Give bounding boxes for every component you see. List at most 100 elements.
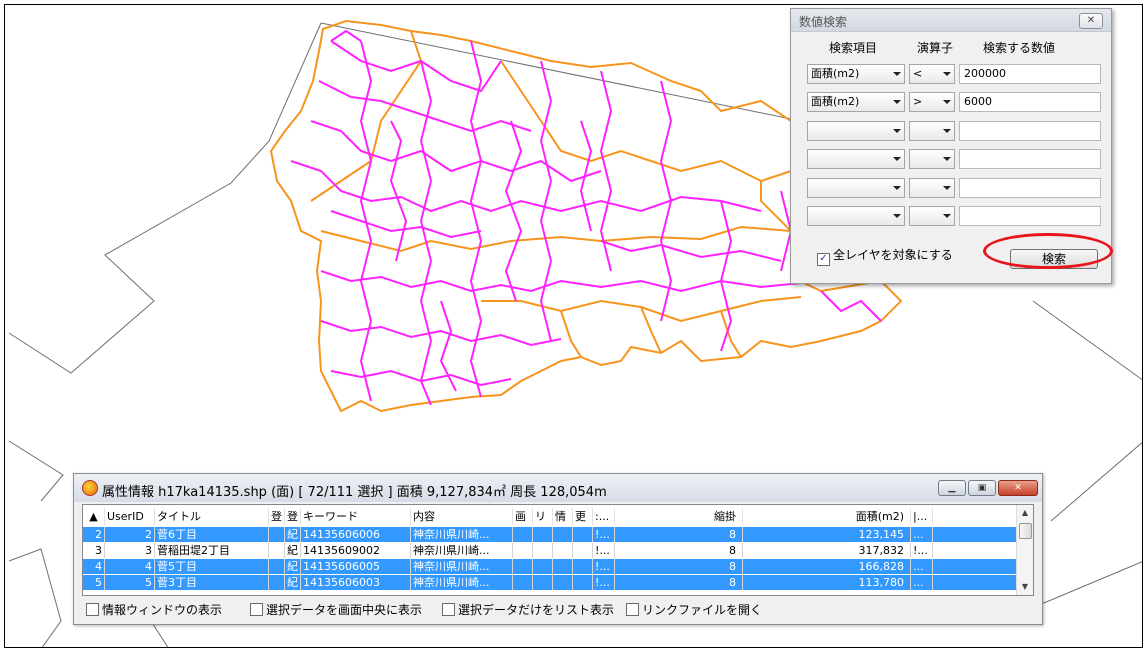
operator-select-3[interactable]	[909, 121, 955, 141]
col-header[interactable]: 更	[573, 508, 593, 525]
cell-keyword: 14135609002	[301, 543, 411, 558]
col-header[interactable]: 画	[513, 508, 533, 525]
field-value: 面積(m2)	[811, 95, 860, 108]
sort-asc-icon[interactable]: ▲	[83, 508, 105, 525]
cell-scale: 8	[615, 559, 743, 574]
table-row[interactable]: 2 2 菅6丁目 紀 14135606006 神奈川県川崎... !... 8 …	[83, 527, 1021, 542]
cell-empty	[533, 543, 553, 558]
value-input-2[interactable]: 6000	[959, 92, 1101, 112]
cell-empty	[573, 543, 593, 558]
option-label: リンクファイルを開く	[642, 603, 763, 617]
all-layers-label: 全レイヤを対象にする	[833, 248, 953, 262]
attr-titlebar[interactable]: 属性情報 h17ka14135.shp (面) [ 72/111 選択 ] 面積…	[74, 474, 1042, 502]
highlight-ellipse	[983, 233, 1113, 269]
field-select-3[interactable]	[807, 121, 905, 141]
field-select-2[interactable]: 面積(m2)	[807, 92, 905, 112]
cell-empty	[553, 543, 573, 558]
cell-area: 113,780	[743, 575, 911, 590]
chevron-down-icon	[943, 129, 951, 133]
header-search-field: 検索項目	[829, 41, 878, 55]
chevron-down-icon	[893, 186, 901, 190]
option-list-selected-only[interactable]: 選択データだけをリスト表示	[442, 601, 614, 618]
cell-empty	[533, 575, 553, 590]
attribute-info-window[interactable]: 属性情報 h17ka14135.shp (面) [ 72/111 選択 ] 面積…	[73, 473, 1043, 625]
operator-select-5[interactable]	[909, 178, 955, 198]
field-select-4[interactable]	[807, 149, 905, 169]
cell-area: 166,828	[743, 559, 911, 574]
col-header[interactable]: |...	[911, 508, 933, 525]
option-center-selected[interactable]: 選択データを画面中央に表示	[250, 601, 422, 618]
table-row[interactable]: 5 5 菅3丁目 紀 14135606003 神奈川県川崎... !... 8 …	[83, 575, 1021, 590]
operator-select-1[interactable]: <	[909, 64, 955, 84]
scroll-up-icon[interactable]: ▲	[1017, 505, 1033, 521]
field-select-6[interactable]	[807, 206, 905, 226]
value-input-4[interactable]	[959, 149, 1101, 169]
operator-select-6[interactable]	[909, 206, 955, 226]
close-icon[interactable]: ✕	[998, 480, 1038, 496]
chevron-down-icon	[893, 100, 901, 104]
row-number: 4	[83, 559, 105, 574]
table-row[interactable]: 3 3 菅稲田堤2丁目 紀 14135609002 神奈川県川崎... !...…	[83, 543, 1021, 558]
operator-select-2[interactable]: >	[909, 92, 955, 112]
chevron-down-icon	[943, 72, 951, 76]
col-header[interactable]: キーワード	[301, 508, 411, 525]
col-header[interactable]: 内容	[411, 508, 513, 525]
scroll-down-icon[interactable]: ▼	[1017, 579, 1033, 595]
operator-select-4[interactable]	[909, 149, 955, 169]
col-header[interactable]: :...	[593, 508, 615, 525]
chevron-down-icon	[943, 214, 951, 218]
cell-keyword: 14135606005	[301, 559, 411, 574]
cell-scale: 8	[615, 575, 743, 590]
all-layers-checkbox[interactable]: ✓ 全レイヤを対象にする	[817, 246, 953, 266]
col-header[interactable]: 登	[269, 508, 285, 525]
cell-empty	[533, 527, 553, 542]
value-input-6[interactable]	[959, 206, 1101, 226]
cell-content: 神奈川県川崎...	[411, 575, 513, 590]
value-input-1[interactable]: 200000	[959, 64, 1101, 84]
cell-last: !...	[911, 543, 933, 558]
cell-empty	[573, 575, 593, 590]
vertical-scrollbar[interactable]: ▲ ▼	[1016, 505, 1033, 595]
checkbox-icon	[626, 603, 639, 616]
col-header[interactable]: 情	[553, 508, 573, 525]
cell-empty	[553, 575, 573, 590]
col-header[interactable]: リ	[533, 508, 553, 525]
cell-title: 菅6丁目	[155, 527, 269, 542]
cell-t2: 紀	[285, 559, 301, 574]
checkbox-checked-icon: ✓	[817, 253, 830, 266]
field-select-5[interactable]	[807, 178, 905, 198]
cell-content: 神奈川県川崎...	[411, 527, 513, 542]
col-header[interactable]: 登	[285, 508, 301, 525]
cell-t2: 紀	[285, 527, 301, 542]
chevron-down-icon	[893, 157, 901, 161]
close-icon[interactable]: ✕	[1079, 13, 1103, 29]
minimize-icon[interactable]: ▁	[938, 480, 966, 496]
cell-content: 神奈川県川崎...	[411, 543, 513, 558]
cell-dots: !...	[593, 527, 615, 542]
chevron-down-icon	[893, 129, 901, 133]
scroll-thumb[interactable]	[1019, 523, 1032, 539]
col-header[interactable]: 面積(m2)	[743, 508, 911, 525]
chevron-down-icon	[943, 157, 951, 161]
cell-empty	[513, 575, 533, 590]
cell-scale: 8	[615, 527, 743, 542]
col-header[interactable]: タイトル	[155, 508, 269, 525]
maximize-icon[interactable]: ▣	[968, 480, 996, 496]
option-open-link-file[interactable]: リンクファイルを開く	[626, 601, 762, 618]
dialog-titlebar[interactable]: 数値検索 ✕	[791, 9, 1111, 32]
attribute-table[interactable]: ▲ UserID タイトル 登 登 キーワード 内容 画 リ 情 更 :... …	[82, 504, 1034, 596]
col-header[interactable]: 縮掛	[615, 508, 743, 525]
cell-last: ...	[911, 559, 933, 574]
cell-keyword: 14135606003	[301, 575, 411, 590]
dialog-title: 数値検索	[799, 15, 848, 29]
field-select-1[interactable]: 面積(m2)	[807, 64, 905, 84]
option-info-window[interactable]: 情報ウィンドウの表示	[86, 601, 222, 618]
cell-dots: !...	[593, 543, 615, 558]
table-row[interactable]: 4 4 菅5丁目 紀 14135606005 神奈川県川崎... !... 8 …	[83, 559, 1021, 574]
value-input-5[interactable]	[959, 178, 1101, 198]
value-input-3[interactable]	[959, 121, 1101, 141]
attr-window-title: 属性情報 h17ka14135.shp (面) [ 72/111 選択 ] 面積…	[102, 485, 607, 500]
col-header[interactable]: UserID	[105, 508, 155, 525]
cell-title: 菅5丁目	[155, 559, 269, 574]
cell-title: 菅稲田堤2丁目	[155, 543, 269, 558]
